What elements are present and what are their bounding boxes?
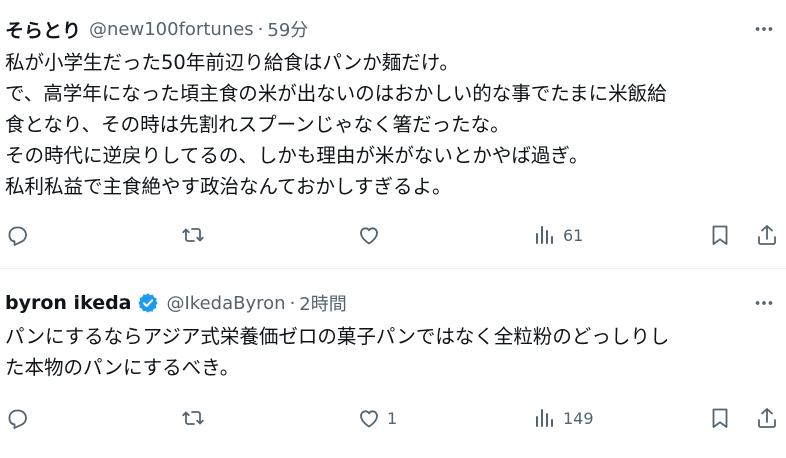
like-button[interactable]: 1: [357, 403, 397, 433]
retweet-icon: [182, 411, 204, 425]
separator-dot: ·: [257, 18, 264, 40]
display-name[interactable]: そらとり: [5, 16, 81, 43]
tweet-text-line: パンにするならアジア式栄養価ゼロの菓子パンではなく全粒粉のどっしりし: [5, 325, 670, 348]
reply-button[interactable]: [5, 403, 35, 433]
bookmark-icon: [712, 225, 728, 245]
more-icon: [755, 27, 773, 31]
tweet-text-line: 食となり、その時は先割れスプーンじゃなく箸だったな。: [5, 113, 510, 136]
separator-dot: ·: [289, 292, 296, 314]
reply-icon: [8, 226, 27, 246]
bookmark-button[interactable]: [708, 220, 732, 250]
like-count: 1: [387, 408, 398, 428]
tweet-header: byron ikeda @IkedaByron · 2時間: [5, 291, 347, 315]
share-button[interactable]: [755, 403, 779, 433]
retweet-icon: [182, 228, 204, 242]
like-icon: [360, 410, 378, 428]
tweet-text: 私が小学生だった50年前辺り給食はパンか麺だけ。 で、高学年になった頃主食の米が…: [5, 47, 783, 202]
more-options-button[interactable]: [750, 18, 778, 40]
tweet-text-line: その時代に逆戻りしてるの、しかも理由が米がないとかやば過ぎ。: [5, 144, 589, 167]
like-icon: [360, 227, 378, 245]
views-count: 61: [563, 225, 584, 245]
views-count: 149: [563, 408, 594, 428]
display-name[interactable]: byron ikeda: [5, 292, 132, 314]
tweet-text-line: 私利私益で主食絶やす政治なんておかしすぎるよ。: [5, 175, 452, 198]
bookmark-icon: [712, 408, 728, 428]
tweet-header: そらとり @new100fortunes · 59分: [5, 16, 308, 43]
retweet-button[interactable]: [181, 403, 211, 433]
verified-badge-icon: [137, 292, 159, 314]
reply-button[interactable]: [5, 220, 35, 250]
tweet-actions: 1 149: [0, 403, 786, 433]
timestamp[interactable]: 59分: [267, 16, 308, 42]
more-icon: [755, 301, 773, 305]
tweet-text-line: で、高学年になった頃主食の米が出ないのはおかしい的な事でたまに米飯給: [5, 82, 667, 105]
like-button[interactable]: [357, 220, 387, 250]
user-handle[interactable]: @IkedaByron: [167, 293, 286, 314]
bookmark-button[interactable]: [708, 403, 732, 433]
views-icon: [536, 226, 553, 244]
views-icon: [536, 409, 553, 427]
reply-icon: [8, 409, 27, 429]
views-button[interactable]: 61: [533, 220, 583, 250]
user-handle[interactable]: @new100fortunes: [89, 19, 254, 40]
share-icon: [758, 225, 776, 245]
tweet[interactable]: byron ikeda @IkedaByron · 2時間 パンにするならアジア…: [0, 269, 786, 458]
tweet-actions: 61: [0, 220, 786, 250]
views-button[interactable]: 149: [533, 403, 594, 433]
share-button[interactable]: [755, 220, 779, 250]
share-icon: [758, 408, 776, 428]
retweet-button[interactable]: [181, 220, 211, 250]
tweet[interactable]: そらとり @new100fortunes · 59分 私が小学生だった50年前辺…: [0, 0, 786, 268]
more-options-button[interactable]: [750, 292, 778, 314]
tweet-text: パンにするならアジア式栄養価ゼロの菓子パンではなく全粒粉のどっしりし た本物のパ…: [5, 321, 783, 383]
tweet-text-line: た本物のパンにするべき。: [5, 356, 240, 379]
timestamp[interactable]: 2時間: [299, 290, 346, 316]
tweet-text-line: 私が小学生だった50年前辺り給食はパンか麺だけ。: [5, 51, 459, 74]
